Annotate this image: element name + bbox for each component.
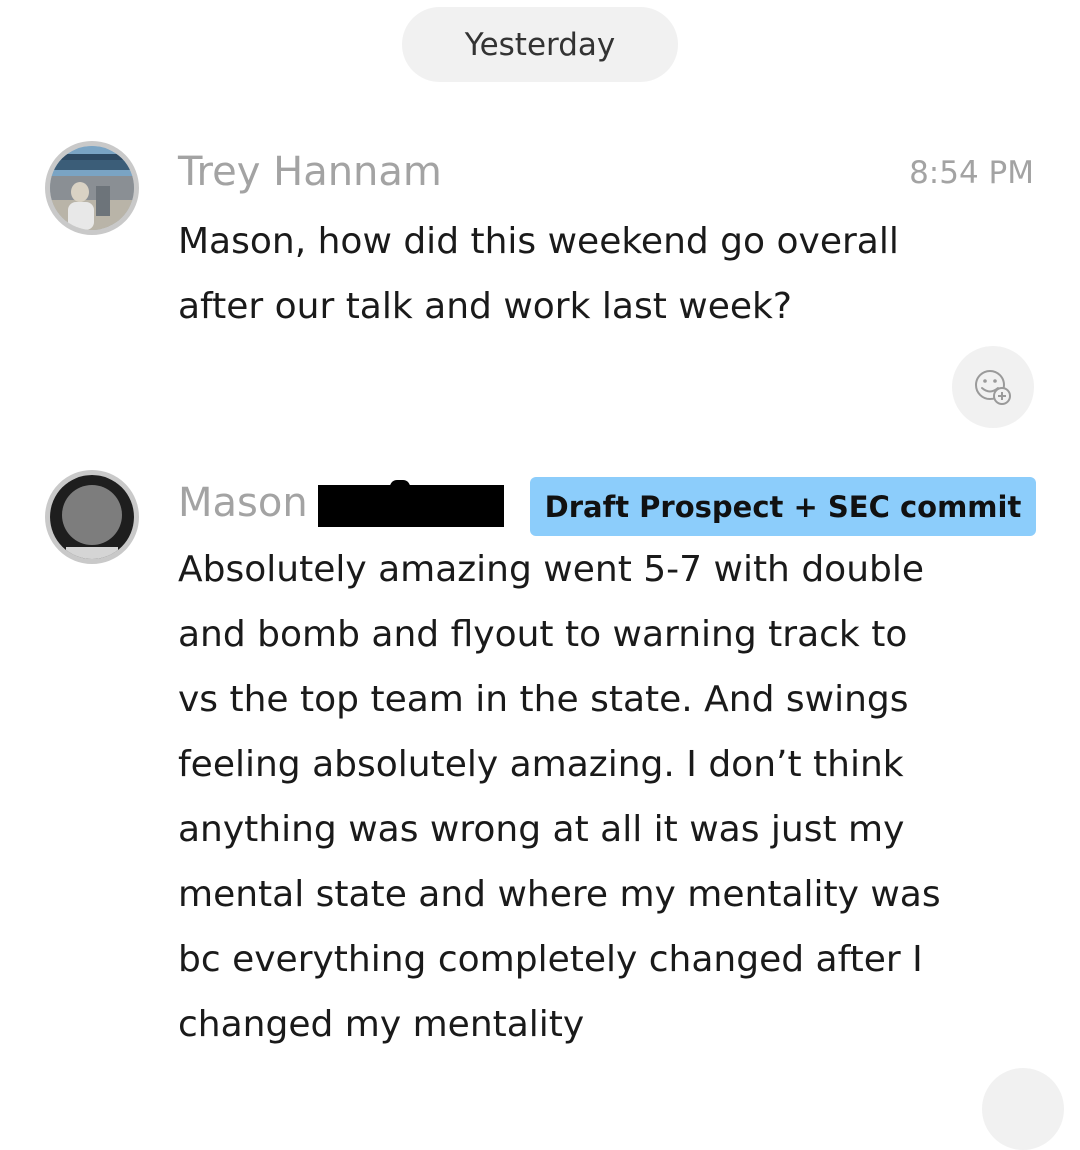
add-reaction-icon	[975, 370, 1011, 405]
message-body: Absolutely amazing went 5-7 with double …	[178, 537, 941, 1057]
user-tag-label: Draft Prospect + SEC commit	[544, 489, 1022, 524]
message-line: after our talk and work last week?	[178, 286, 792, 327]
user-tag-badge: Draft Prospect + SEC commit	[530, 477, 1036, 536]
redaction-bar	[318, 480, 504, 527]
add-reaction-button[interactable]	[952, 346, 1034, 428]
message-line: mental state and where my mentality was	[178, 874, 941, 915]
avatar-trey[interactable]	[45, 141, 139, 235]
message-body: Mason, how did this weekend go overall a…	[178, 209, 899, 339]
message-line: feeling absolutely amazing. I don’t thin…	[178, 744, 904, 785]
sender-name[interactable]: Trey Hannam	[178, 149, 442, 195]
message-line: Mason, how did this weekend go overall	[178, 221, 899, 262]
message-line: bc everything completely changed after I	[178, 939, 923, 980]
message-timestamp: 8:54 PM	[909, 155, 1034, 191]
avatar-mason[interactable]	[45, 470, 139, 564]
add-reaction-button[interactable]	[982, 1068, 1064, 1150]
message-line: anything was wrong at all it was just my	[178, 809, 905, 850]
message-line: and bomb and flyout to warning track to	[178, 614, 908, 655]
date-divider: Yesterday	[402, 7, 678, 82]
profile-photo-icon	[50, 475, 134, 559]
profile-photo-icon	[50, 146, 134, 230]
sender-name[interactable]: Mason	[178, 480, 308, 526]
message-line: Absolutely amazing went 5-7 with double	[178, 549, 925, 590]
date-divider-label: Yesterday	[464, 26, 616, 63]
message-line: changed my mentality	[178, 1004, 585, 1045]
message-line: vs the top team in the state. And swings	[178, 679, 909, 720]
